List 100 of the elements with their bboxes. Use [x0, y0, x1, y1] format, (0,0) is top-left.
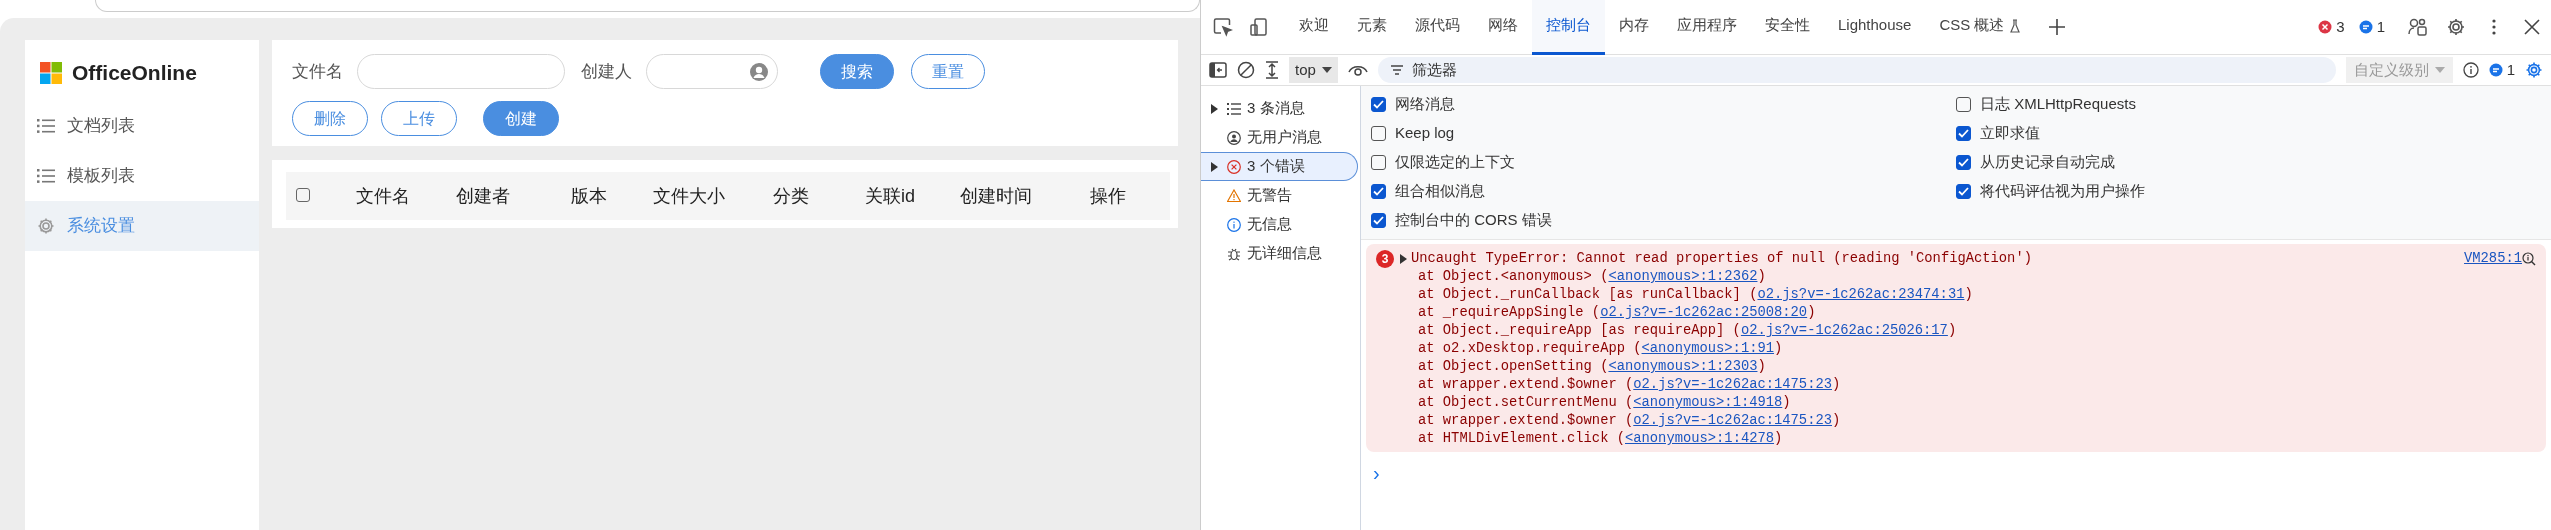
- menu-item[interactable]: 文档列表: [25, 100, 259, 151]
- flask-icon: [2010, 18, 2021, 33]
- devtools-tab[interactable]: 控制台: [1532, 0, 1605, 55]
- search-icon[interactable]: [2522, 252, 2536, 266]
- gear-icon: [37, 216, 55, 235]
- stack-link[interactable]: <anonymous>:1:2362: [1608, 269, 1758, 284]
- clear-console-icon[interactable]: [1237, 61, 1255, 79]
- stack-link[interactable]: o2.js?v=-1c262ac:23474:31: [1757, 287, 1965, 302]
- checkbox-label: 立即求值: [1980, 123, 2040, 144]
- message-count[interactable]: 1: [2488, 58, 2515, 82]
- source-link[interactable]: VM285:1: [2464, 250, 2522, 268]
- stack-trace-line: at Object.setCurrentMenu (<anonymous>:1:4918): [1417, 394, 1792, 412]
- context-dropdown[interactable]: top: [1289, 56, 1338, 84]
- checkbox-label: 网络消息: [1395, 94, 1455, 115]
- device-icon[interactable]: [1249, 17, 1269, 37]
- stack-link[interactable]: <anonymous>:1:91: [1641, 341, 1775, 356]
- select-all-checkbox[interactable]: [296, 187, 310, 202]
- checkbox[interactable]: [1371, 97, 1386, 112]
- people-icon[interactable]: [2408, 17, 2428, 37]
- add-tab-icon[interactable]: [2048, 18, 2067, 36]
- eye-icon[interactable]: [1347, 63, 1368, 77]
- error-count-badge[interactable]: 3: [2318, 15, 2345, 39]
- console-filter-item[interactable]: 无信息: [1201, 210, 1358, 239]
- info-count-badge[interactable]: 1: [2358, 15, 2385, 39]
- stack-link[interactable]: o2.js?v=-1c262ac:1475:23: [1633, 377, 1832, 392]
- checkbox-label: 仅限选定的上下文: [1395, 152, 1515, 173]
- checkbox[interactable]: [1956, 155, 1971, 170]
- inspect-icon[interactable]: [1213, 17, 1233, 37]
- column-header: 文件大小: [653, 184, 726, 208]
- close-icon[interactable]: [2522, 17, 2542, 37]
- devtools-tab[interactable]: 元素: [1343, 0, 1401, 55]
- expand-icon[interactable]: [1265, 61, 1279, 79]
- stack-trace-line: at Object._runCallback [as runCallback] (o2.js?v=-1c262ac:23474:31): [1417, 286, 1974, 304]
- column-header: 关联id: [865, 184, 916, 208]
- checkbox[interactable]: [1371, 213, 1386, 228]
- column-header: 创建时间: [960, 184, 1033, 208]
- error-icon: [2318, 20, 2333, 34]
- stack-link[interactable]: o2.js?v=-1c262ac:25026:17: [1740, 323, 1948, 338]
- expand-arrow-icon: [1211, 161, 1218, 172]
- check-icon: [1373, 100, 1384, 109]
- check-icon: [1373, 187, 1384, 196]
- error-count-badge: 3: [1376, 250, 1394, 268]
- devtools-tab[interactable]: 欢迎: [1285, 0, 1343, 55]
- stack-link[interactable]: o2.js?v=-1c262ac:1475:23: [1633, 413, 1832, 428]
- stack-trace-line: at Object.openSetting (<anonymous>:1:2303): [1417, 358, 1767, 376]
- console-filter-item[interactable]: 3 条消息: [1201, 94, 1358, 123]
- filter-icon: [1389, 64, 1404, 76]
- stack-link[interactable]: <anonymous>:1:4278: [1625, 431, 1775, 446]
- check-icon: [1958, 158, 1969, 167]
- stack-trace-line: at Object._requireApp [as requireApp] (o2.js?v=-1c262ac:25026:17): [1417, 322, 1958, 340]
- settings-icon[interactable]: [2446, 17, 2466, 37]
- devtools-tab[interactable]: Lighthouse: [1824, 0, 1926, 55]
- logo-icon: [40, 61, 62, 84]
- settings-icon[interactable]: [2525, 61, 2543, 79]
- console-prompt[interactable]: ›: [1373, 462, 1380, 484]
- devtools-tab[interactable]: 应用程序: [1663, 0, 1751, 55]
- column-header: 分类: [773, 184, 810, 208]
- list-icon: [37, 168, 55, 183]
- checkbox[interactable]: [1956, 184, 1971, 199]
- checkbox[interactable]: [1371, 126, 1386, 141]
- checkbox[interactable]: [1956, 97, 1971, 112]
- devtools-tab[interactable]: 网络: [1474, 0, 1532, 55]
- devtools-tab[interactable]: CSS 概述: [1925, 0, 2035, 55]
- caret-icon: [1321, 66, 1332, 74]
- check-icon: [1958, 129, 1969, 138]
- console-filter-item[interactable]: 3 个错误: [1201, 152, 1358, 181]
- console-filter-item[interactable]: 无用户消息: [1201, 123, 1358, 152]
- info-icon: [1227, 217, 1241, 232]
- app-logo-text: OfficeOnline: [72, 60, 197, 86]
- action-button[interactable]: 上传: [381, 101, 457, 136]
- console-filter-item[interactable]: 无详细信息: [1201, 239, 1358, 268]
- stack-link[interactable]: o2.js?v=-1c262ac:25008:20: [1600, 305, 1808, 320]
- devtools-tab[interactable]: 内存: [1605, 0, 1663, 55]
- stack-trace-line: at wrapper.extend.$owner (o2.js?v=-1c262ac:1475:23): [1417, 412, 1842, 430]
- expand-arrow-icon: [1211, 103, 1218, 114]
- checkbox[interactable]: [1371, 155, 1386, 170]
- stack-trace-line: at Object.<anonymous> (<anonymous>:1:2362): [1417, 268, 1767, 286]
- menu-item[interactable]: 模板列表: [25, 150, 259, 201]
- reset-button[interactable]: 重置: [911, 54, 985, 89]
- text-input-field[interactable]: [357, 54, 565, 89]
- list-icon: [37, 118, 55, 133]
- filter-field[interactable]: 筛选器: [1377, 57, 2336, 83]
- warning-icon: [1227, 189, 1241, 202]
- user-input-field[interactable]: [646, 54, 778, 89]
- field-label: 创建人: [581, 60, 632, 83]
- checkbox[interactable]: [1371, 184, 1386, 199]
- devtools-tab[interactable]: 安全性: [1751, 0, 1824, 55]
- stack-link[interactable]: <anonymous>:1:2303: [1608, 359, 1758, 374]
- action-button[interactable]: 删除: [292, 101, 368, 136]
- expand-arrow-icon[interactable]: [1400, 254, 1407, 264]
- checkbox-label: 从历史记录自动完成: [1980, 152, 2115, 173]
- info-icon: [2462, 62, 2479, 78]
- console-filter-item[interactable]: 无警告: [1201, 181, 1358, 210]
- check-icon: [1958, 187, 1969, 196]
- column-header: 版本: [571, 184, 608, 208]
- stack-link[interactable]: <anonymous>:1:4918: [1633, 395, 1783, 410]
- message-icon: [2488, 63, 2503, 77]
- sidebar-toggle-icon[interactable]: [1209, 62, 1227, 78]
- devtools-tab[interactable]: 源代码: [1401, 0, 1474, 55]
- checkbox[interactable]: [1956, 126, 1971, 141]
